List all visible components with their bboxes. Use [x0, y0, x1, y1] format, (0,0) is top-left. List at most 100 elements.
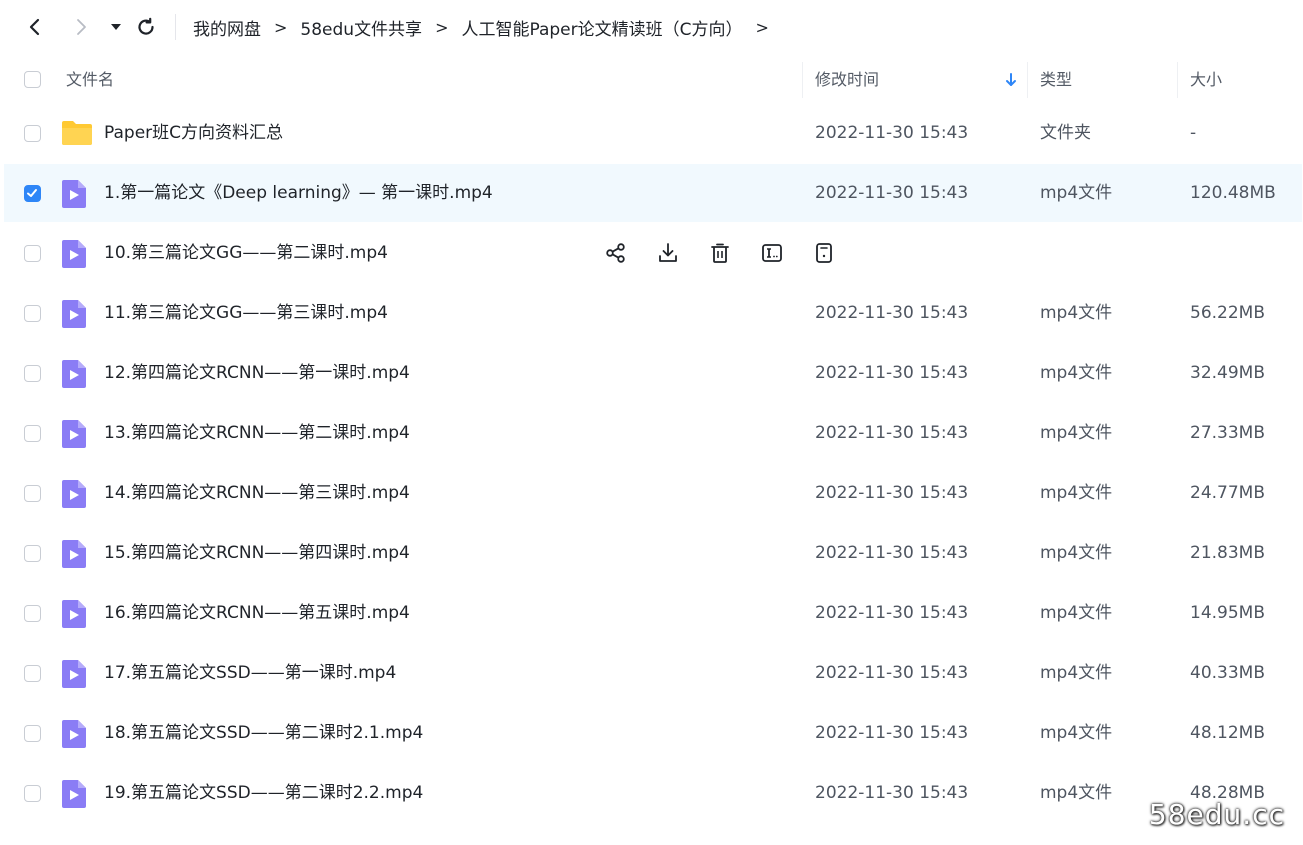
video-file-icon: [62, 480, 86, 508]
rename-icon: [762, 244, 782, 262]
list-item[interactable]: 14.第四篇论文RCNN——第三课时.mp4 2022-11-30 15:43 …: [4, 464, 1302, 522]
share-button[interactable]: [598, 235, 634, 271]
file-name[interactable]: 18.第五篇论文SSD——第二课时2.1.mp4: [104, 704, 423, 762]
delete-button[interactable]: [702, 235, 738, 271]
list-item[interactable]: 15.第四篇论文RCNN——第四课时.mp4 2022-11-30 15:43 …: [4, 524, 1302, 582]
video-file-icon: [62, 780, 86, 808]
column-divider: [1177, 62, 1178, 98]
row-checkbox[interactable]: [24, 785, 41, 802]
file-list-header: 文件名 修改时间 类型 大小: [0, 58, 1303, 102]
file-modified-time: 2022-11-30 15:43: [815, 123, 969, 143]
file-modified-time: 2022-11-30 15:43: [815, 303, 969, 323]
file-name[interactable]: 17.第五篇论文SSD——第一课时.mp4: [104, 644, 396, 702]
file-modified-time: 2022-11-30 15:43: [815, 183, 969, 203]
select-all-checkbox[interactable]: [24, 71, 41, 88]
list-item[interactable]: 18.第五篇论文SSD——第二课时2.1.mp4 2022-11-30 15:4…: [4, 704, 1302, 762]
forward-button[interactable]: [66, 12, 96, 42]
file-type: mp4文件: [1040, 543, 1113, 563]
file-type: mp4文件: [1040, 603, 1113, 623]
download-button[interactable]: [650, 235, 686, 271]
file-size: 56.22MB: [1190, 303, 1265, 323]
row-checkbox[interactable]: [24, 725, 41, 742]
row-checkbox[interactable]: [24, 305, 41, 322]
column-header-size[interactable]: 大小: [1190, 58, 1222, 102]
row-checkbox[interactable]: [24, 365, 41, 382]
file-size: 48.12MB: [1190, 723, 1265, 743]
file-name[interactable]: 13.第四篇论文RCNN——第二课时.mp4: [104, 404, 410, 462]
row-hover-actions: [598, 224, 858, 282]
list-item[interactable]: 12.第四篇论文RCNN——第一课时.mp4 2022-11-30 15:43 …: [4, 344, 1302, 402]
breadcrumb-item-current-folder[interactable]: 人工智能Paper论文精读班（C方向）: [461, 15, 742, 40]
file-type: mp4文件: [1040, 723, 1113, 743]
column-header-type[interactable]: 类型: [1040, 58, 1072, 102]
row-checkbox[interactable]: [24, 425, 41, 442]
file-name[interactable]: 1.第一篇论文《Deep learning》— 第一课时.mp4: [104, 164, 493, 222]
folder-icon: [62, 121, 92, 145]
video-file-icon: [62, 660, 86, 688]
file-name[interactable]: Paper班C方向资料汇总: [104, 104, 283, 162]
file-name[interactable]: 10.第三篇论文GG——第二课时.mp4: [104, 224, 388, 282]
file-name[interactable]: 19.第五篇论文SSD——第二课时2.2.mp4: [104, 764, 423, 822]
video-file-icon: [62, 360, 86, 388]
file-size: 27.33MB: [1190, 423, 1265, 443]
list-item[interactable]: 19.第五篇论文SSD——第二课时2.2.mp4 2022-11-30 15:4…: [4, 764, 1302, 822]
video-file-icon: [62, 540, 86, 568]
download-icon: [659, 243, 677, 262]
file-type: mp4文件: [1040, 303, 1113, 323]
caret-down-icon: [111, 24, 121, 30]
row-checkbox[interactable]: [24, 125, 41, 142]
list-item[interactable]: 11.第三篇论文GG——第三课时.mp4 2022-11-30 15:43 mp…: [4, 284, 1302, 342]
row-checkbox[interactable]: [24, 545, 41, 562]
share-icon: [606, 243, 625, 263]
back-button[interactable]: [20, 12, 50, 42]
refresh-icon: [138, 17, 154, 35]
breadcrumb-separator: >: [274, 17, 288, 37]
arrow-down-icon[interactable]: [1004, 72, 1018, 92]
row-checkbox[interactable]: [24, 245, 41, 262]
column-divider: [802, 62, 803, 98]
row-checkbox[interactable]: [24, 665, 41, 682]
list-item[interactable]: 1.第一篇论文《Deep learning》— 第一课时.mp4 2022-11…: [4, 164, 1302, 222]
file-name[interactable]: 14.第四篇论文RCNN——第三课时.mp4: [104, 464, 410, 522]
file-size: 14.95MB: [1190, 603, 1265, 623]
column-header-modified[interactable]: 修改时间: [815, 58, 879, 102]
file-modified-time: 2022-11-30 15:43: [815, 723, 969, 743]
file-type: mp4文件: [1040, 363, 1113, 383]
check-icon: [27, 189, 37, 197]
file-size: 21.83MB: [1190, 543, 1265, 563]
list-item[interactable]: 17.第五篇论文SSD——第一课时.mp4 2022-11-30 15:43 m…: [4, 644, 1302, 702]
row-checkbox[interactable]: [24, 605, 41, 622]
file-modified-time: 2022-11-30 15:43: [815, 363, 969, 383]
list-item[interactable]: Paper班C方向资料汇总 2022-11-30 15:43 文件夹 -: [4, 104, 1302, 162]
toolbar-divider: [175, 14, 176, 40]
video-file-icon: [62, 420, 86, 448]
breadcrumb-separator: >: [435, 17, 449, 37]
file-type: mp4文件: [1040, 483, 1113, 503]
file-modified-time: 2022-11-30 15:43: [815, 423, 969, 443]
file-size: 120.48MB: [1190, 183, 1276, 203]
breadcrumb-item-shared-folder[interactable]: 58edu文件共享: [300, 15, 422, 40]
more-button[interactable]: [806, 235, 842, 271]
list-item[interactable]: 13.第四篇论文RCNN——第二课时.mp4 2022-11-30 15:43 …: [4, 404, 1302, 462]
refresh-button[interactable]: [131, 12, 161, 42]
row-checkbox[interactable]: [24, 485, 41, 502]
top-bar: 我的网盘 > 58edu文件共享 > 人工智能Paper论文精读班（C方向） >: [0, 0, 1303, 54]
list-item[interactable]: 10.第三篇论文GG——第二课时.mp4: [4, 224, 1302, 282]
row-checkbox[interactable]: [24, 185, 41, 202]
column-header-name[interactable]: 文件名: [66, 58, 114, 102]
breadcrumb-item-my-drive[interactable]: 我的网盘: [193, 15, 261, 40]
file-name[interactable]: 15.第四篇论文RCNN——第四课时.mp4: [104, 524, 410, 582]
history-dropdown-button[interactable]: [101, 12, 131, 42]
file-name[interactable]: 16.第四篇论文RCNN——第五课时.mp4: [104, 584, 410, 642]
video-file-icon: [62, 240, 86, 268]
video-file-icon: [62, 300, 86, 328]
file-name[interactable]: 11.第三篇论文GG——第三课时.mp4: [104, 284, 388, 342]
watermark: 58edu.cc: [1148, 798, 1285, 831]
file-type: mp4文件: [1040, 423, 1113, 443]
file-type: mp4文件: [1040, 183, 1113, 203]
file-name[interactable]: 12.第四篇论文RCNN——第一课时.mp4: [104, 344, 410, 402]
file-modified-time: 2022-11-30 15:43: [815, 663, 969, 683]
video-file-icon: [62, 180, 86, 208]
list-item[interactable]: 16.第四篇论文RCNN——第五课时.mp4 2022-11-30 15:43 …: [4, 584, 1302, 642]
rename-button[interactable]: [754, 235, 790, 271]
